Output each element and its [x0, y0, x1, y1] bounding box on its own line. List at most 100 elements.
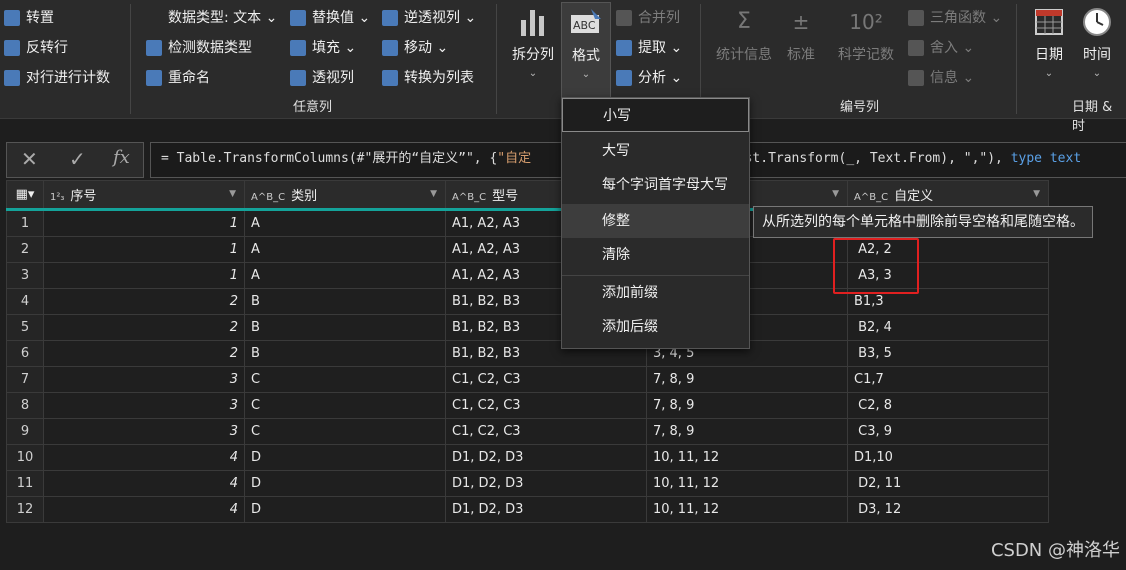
table-cell[interactable]: 2: [43, 288, 245, 315]
row-number[interactable]: 8: [6, 392, 44, 419]
table-cell[interactable]: 2: [43, 314, 245, 341]
statistics-button[interactable]: Σ 统计信息: [710, 6, 778, 64]
row-number[interactable]: 5: [6, 314, 44, 341]
table-cell[interactable]: A: [244, 209, 446, 237]
menu-item-lowercase[interactable]: 小写: [562, 98, 749, 132]
replace-icon: [290, 10, 306, 26]
table-cell[interactable]: 1: [43, 262, 245, 289]
menu-item-add-prefix[interactable]: 添加前缀: [562, 276, 749, 310]
table-cell[interactable]: 10, 11, 12: [646, 444, 848, 471]
table-cell[interactable]: D: [244, 470, 446, 497]
table-cell[interactable]: D: [244, 444, 446, 471]
table-cell[interactable]: 10, 11, 12: [646, 470, 848, 497]
table-cell[interactable]: A: [244, 262, 446, 289]
table-cell[interactable]: D2, 11: [847, 470, 1049, 497]
table-cell[interactable]: D1,10: [847, 444, 1049, 471]
table-cell[interactable]: A: [244, 236, 446, 263]
table-cell[interactable]: C: [244, 366, 446, 393]
row-number[interactable]: 9: [6, 418, 44, 445]
table-cell[interactable]: 7, 8, 9: [646, 418, 848, 445]
table-cell[interactable]: 7, 8, 9: [646, 366, 848, 393]
row-number[interactable]: 6: [6, 340, 44, 367]
row-number[interactable]: 7: [6, 366, 44, 393]
table-cell[interactable]: B: [244, 340, 446, 367]
chevron-down-icon[interactable]: ▼: [832, 189, 839, 199]
table-cell[interactable]: 3: [43, 392, 245, 419]
detect-type-button[interactable]: 检测数据类型: [146, 36, 252, 60]
menu-item-add-suffix[interactable]: 添加后缀: [562, 310, 749, 344]
table-cell[interactable]: 3: [43, 418, 245, 445]
pivot-column-button[interactable]: 透视列: [290, 66, 354, 90]
table-cell[interactable]: 1: [43, 209, 245, 237]
row-number[interactable]: 2: [6, 236, 44, 263]
table-cell[interactable]: B: [244, 288, 446, 315]
table-cell[interactable]: D1, D2, D3: [445, 444, 647, 471]
menu-item-clean[interactable]: 清除: [562, 238, 749, 272]
convert-to-list-button[interactable]: 转换为列表: [382, 66, 474, 90]
split-column-button[interactable]: 拆分列 ⌄: [506, 6, 560, 79]
trig-button[interactable]: 三角函数 ⌄: [908, 6, 1002, 30]
merge-columns-button[interactable]: 合并列: [616, 6, 680, 30]
table-cell[interactable]: C1, C2, C3: [445, 392, 647, 419]
table-menu-icon[interactable]: ▦▾: [6, 180, 44, 211]
menu-item-trim[interactable]: 修整: [562, 204, 749, 238]
table-cell[interactable]: 2: [43, 340, 245, 367]
fill-button[interactable]: 填充 ⌄: [290, 36, 356, 60]
row-number[interactable]: 10: [6, 444, 44, 471]
round-button[interactable]: 舍入 ⌄: [908, 36, 974, 60]
move-button[interactable]: 移动 ⌄: [382, 36, 448, 60]
table-cell[interactable]: B: [244, 314, 446, 341]
table-cell[interactable]: 4: [43, 470, 245, 497]
row-number[interactable]: 3: [6, 262, 44, 289]
chevron-down-icon[interactable]: ▼: [1033, 189, 1040, 199]
table-cell[interactable]: 3: [43, 366, 245, 393]
standard-button[interactable]: ± 标准: [782, 6, 820, 64]
table-cell[interactable]: 1: [43, 236, 245, 263]
table-cell[interactable]: B3, 5: [847, 340, 1049, 367]
replace-values-button[interactable]: 替换值 ⌄: [290, 6, 370, 30]
table-cell[interactable]: 7, 8, 9: [646, 392, 848, 419]
table-cell[interactable]: C: [244, 392, 446, 419]
check-icon[interactable]: ✓: [69, 147, 86, 171]
table-cell[interactable]: D1, D2, D3: [445, 496, 647, 523]
rename-button[interactable]: 重命名: [146, 66, 210, 90]
table-cell[interactable]: D: [244, 496, 446, 523]
extract-button[interactable]: 提取 ⌄: [616, 36, 682, 60]
chevron-down-icon[interactable]: ▼: [229, 189, 236, 199]
parse-button[interactable]: 分析 ⌄: [616, 66, 682, 90]
info-button[interactable]: 信息 ⌄: [908, 66, 974, 90]
unpivot-button[interactable]: 逆透视列 ⌄: [382, 6, 476, 30]
table-cell[interactable]: 10, 11, 12: [646, 496, 848, 523]
menu-item-capitalize[interactable]: 每个字词首字母大写: [562, 168, 749, 202]
table-cell[interactable]: D3, 12: [847, 496, 1049, 523]
table-cell[interactable]: C2, 8: [847, 392, 1049, 419]
table-cell[interactable]: B2, 4: [847, 314, 1049, 341]
table-cell[interactable]: C: [244, 418, 446, 445]
watermark: CSDN @神洛华: [990, 540, 1120, 561]
fx-icon[interactable]: fx: [113, 147, 130, 168]
menu-item-uppercase[interactable]: 大写: [562, 134, 749, 168]
table-cell[interactable]: C1, C2, C3: [445, 366, 647, 393]
cancel-icon[interactable]: ✕: [21, 147, 38, 171]
count-rows-button[interactable]: 对行进行计数: [4, 66, 110, 90]
row-number[interactable]: 1: [6, 209, 44, 237]
table-cell[interactable]: C3, 9: [847, 418, 1049, 445]
row-number[interactable]: 11: [6, 470, 44, 497]
row-number[interactable]: 12: [6, 496, 44, 523]
column-header-category[interactable]: A^B_C 类别 ▼: [244, 180, 446, 211]
scientific-button[interactable]: 10² 科学记数: [832, 6, 900, 64]
date-button[interactable]: 日期 ⌄: [1028, 6, 1070, 79]
data-type-dropdown[interactable]: 数据类型: 文本 ⌄: [146, 6, 277, 30]
column-header-seq[interactable]: 1²₃ 序号 ▼: [43, 180, 245, 211]
table-cell[interactable]: 4: [43, 496, 245, 523]
reverse-rows-button[interactable]: 反转行: [4, 36, 68, 60]
table-cell[interactable]: C1,7: [847, 366, 1049, 393]
row-number[interactable]: 4: [6, 288, 44, 315]
format-button[interactable]: ABC 格式 ⌄: [561, 2, 611, 100]
time-button[interactable]: 时间 ⌄: [1076, 6, 1118, 79]
table-cell[interactable]: D1, D2, D3: [445, 470, 647, 497]
table-cell[interactable]: 4: [43, 444, 245, 471]
transpose-button[interactable]: 转置: [4, 6, 54, 30]
chevron-down-icon[interactable]: ▼: [430, 189, 437, 199]
table-cell[interactable]: C1, C2, C3: [445, 418, 647, 445]
